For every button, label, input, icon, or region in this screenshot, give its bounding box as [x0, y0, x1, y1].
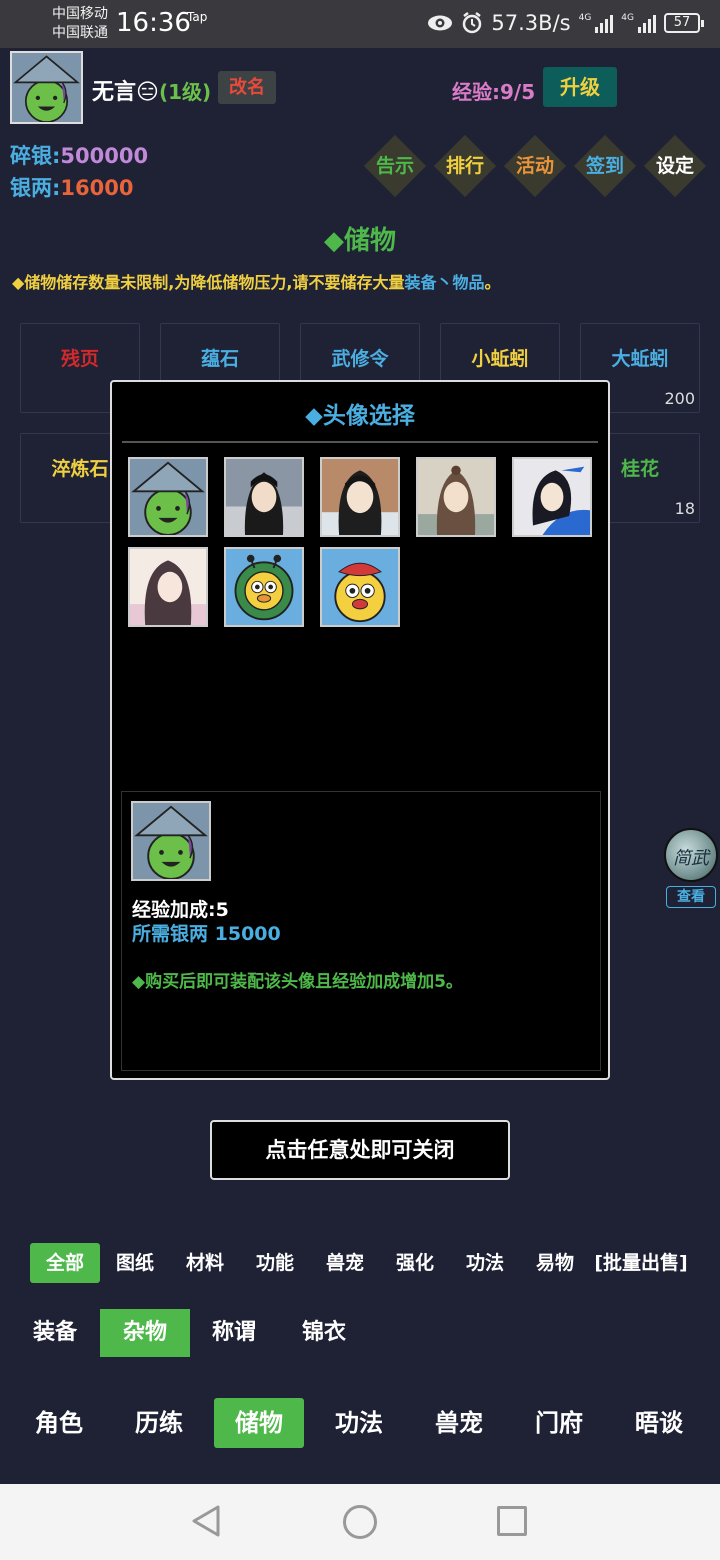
avatar-option-straw-hat[interactable]	[128, 457, 208, 537]
tab-costumes[interactable]: 锦衣	[288, 1309, 360, 1357]
filter-enhance[interactable]: 强化	[385, 1243, 445, 1283]
divider	[122, 441, 598, 443]
filter-skills[interactable]: 功法	[455, 1243, 515, 1283]
lady-portrait-icon	[322, 459, 398, 535]
swordsman-portrait-icon	[226, 459, 302, 535]
filter-functional[interactable]: 功能	[245, 1243, 305, 1283]
filter-materials[interactable]: 材料	[175, 1243, 235, 1283]
filter-all[interactable]: 全部	[30, 1243, 100, 1283]
avatar-option-duck-bow[interactable]	[320, 547, 400, 627]
duck-frog-hat-icon	[226, 549, 302, 625]
carrier-1: 中国移动	[52, 6, 108, 22]
events-button[interactable]: 活动	[505, 136, 565, 196]
filter-pets[interactable]: 兽宠	[315, 1243, 375, 1283]
emblem-icon: 简武	[664, 828, 718, 882]
modal-title: ◆头像选择	[305, 403, 415, 429]
network-speed: 57.3B/s	[491, 11, 571, 35]
player-name: 无言😑(1级)	[92, 80, 212, 105]
view-widget[interactable]: 简武 查看	[662, 828, 720, 910]
carrier-labels: 中国移动 中国联通	[52, 5, 108, 43]
tab-titles[interactable]: 称谓	[198, 1309, 270, 1357]
item-count: 200	[664, 389, 695, 408]
status-bar: 中国移动 中国联通 16:36 Tap 57.3B/s 4G 4G 57	[0, 0, 720, 48]
system-nav-bar	[0, 1484, 720, 1560]
nav-character[interactable]: 角色	[18, 1398, 100, 1448]
recents-icon[interactable]	[497, 1506, 527, 1536]
silver-currency: 银两:16000	[10, 176, 134, 200]
checkin-button[interactable]: 签到	[575, 136, 635, 196]
status-right: 57.3B/s 4G 4G 57	[427, 11, 704, 35]
straw-hat-avatar-icon	[133, 803, 209, 879]
price: 所需银两 15000	[132, 923, 281, 945]
status-time: 16:36	[116, 8, 191, 38]
settings-button[interactable]: 设定	[645, 136, 705, 196]
view-button[interactable]: 查看	[666, 886, 716, 908]
back-icon[interactable]	[190, 1504, 222, 1538]
ranking-button[interactable]: 排行	[435, 136, 495, 196]
signal-2-icon: 4G	[621, 13, 656, 33]
filter-blueprints[interactable]: 图纸	[105, 1243, 165, 1283]
close-modal-button[interactable]: 点击任意处即可关闭	[210, 1120, 510, 1180]
rename-button[interactable]: 改名	[218, 71, 276, 104]
blue-robe-portrait-icon	[514, 459, 590, 535]
avatar-option-maiden[interactable]	[128, 547, 208, 627]
nav-skills[interactable]: 功法	[318, 1398, 400, 1448]
avatar-option-scholar[interactable]	[416, 457, 496, 537]
notice-board-button[interactable]: 告示	[365, 136, 425, 196]
storage-notice: ◆储物储存数量未限制,为降低储物压力,请不要储存大量装备丶物品。	[12, 273, 501, 292]
player-level: (1级)	[158, 80, 212, 104]
nav-pets[interactable]: 兽宠	[418, 1398, 500, 1448]
item-count: 18	[674, 499, 695, 518]
carrier-2: 中国联通	[52, 25, 108, 41]
nav-sect[interactable]: 门府	[518, 1398, 600, 1448]
nav-storage[interactable]: 储物	[214, 1398, 304, 1448]
bulk-sell-button[interactable]: [批量出售]	[588, 1243, 694, 1283]
home-icon[interactable]	[343, 1505, 377, 1539]
scholar-portrait-icon	[418, 459, 494, 535]
nav-adventure[interactable]: 历练	[118, 1398, 200, 1448]
selected-avatar-preview	[131, 801, 211, 881]
purchase-description: ◆购买后即可装配该头像且经验加成增加5。	[132, 972, 463, 992]
exp-bonus: 经验加成:5	[132, 899, 229, 921]
alarm-icon	[463, 12, 482, 34]
avatar-option-blue-robe[interactable]	[512, 457, 592, 537]
player-avatar[interactable]	[10, 51, 83, 124]
shards-currency: 碎银:500000	[10, 144, 149, 168]
avatar-detail-panel: 经验加成:5 所需银两 15000 ◆购买后即可装配该头像且经验加成增加5。	[121, 791, 601, 1071]
maiden-portrait-icon	[130, 549, 206, 625]
battery-icon: 57	[664, 13, 704, 33]
tap-indicator: Tap	[187, 10, 208, 24]
avatar-option-swordsman[interactable]	[224, 457, 304, 537]
straw-hat-avatar-icon	[130, 459, 206, 535]
tab-misc[interactable]: 杂物	[100, 1309, 190, 1357]
avatar-select-modal: ◆头像选择 经验加成:5 所需银两 15000 ◆购买后即可装配该头像且经验加成…	[110, 380, 610, 1080]
page-title: ◆储物	[324, 226, 396, 256]
straw-hat-avatar-icon	[12, 53, 81, 122]
filter-trade[interactable]: 易物	[525, 1243, 585, 1283]
signal-1-icon: 4G	[579, 13, 614, 33]
avatar-option-lady[interactable]	[320, 457, 400, 537]
nav-chat[interactable]: 晤谈	[618, 1398, 700, 1448]
tab-equipment[interactable]: 装备	[20, 1309, 90, 1357]
eye-icon	[428, 15, 453, 31]
duck-bow-icon	[322, 549, 398, 625]
avatar-option-duck-frog[interactable]	[224, 547, 304, 627]
exp-counter: 经验:9/5	[452, 80, 536, 104]
upgrade-button[interactable]: 升级	[543, 67, 617, 107]
